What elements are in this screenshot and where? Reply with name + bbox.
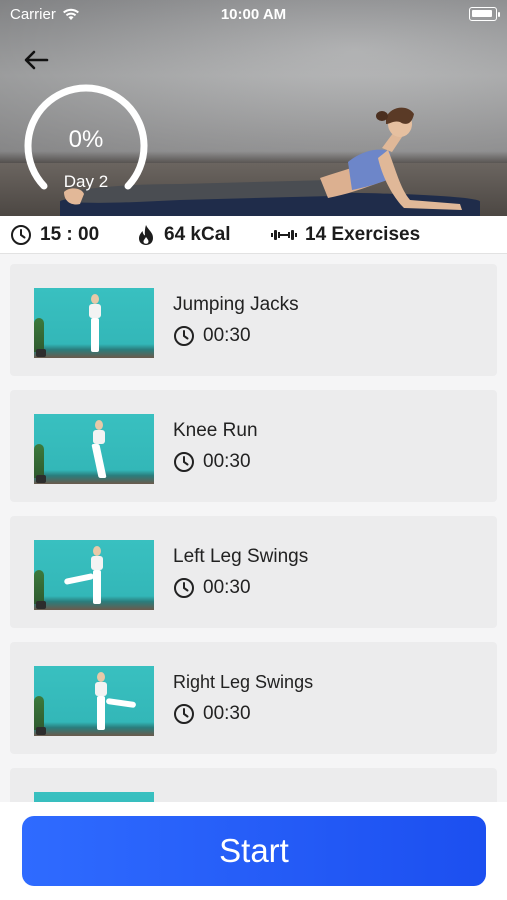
exercise-duration: 00:30 xyxy=(173,325,251,347)
calories-value: 64 kCal xyxy=(164,223,231,245)
flame-icon xyxy=(139,224,153,245)
exercise-duration-value: 00:30 xyxy=(203,577,251,598)
clock-icon xyxy=(174,578,194,598)
exercise-title: Right Leg Swings xyxy=(173,672,314,692)
plant-decor xyxy=(34,570,44,604)
exercise-duration-value: 00:30 xyxy=(203,325,251,346)
progress-percent: 0% xyxy=(68,126,104,153)
exercise-figure xyxy=(90,420,108,480)
plant-decor xyxy=(34,444,44,478)
clock-icon xyxy=(174,326,194,346)
exercise-card-knee-run[interactable]: Knee Run 00:30 xyxy=(10,390,497,502)
exercise-thumbnail xyxy=(34,288,154,358)
exercise-duration: 00:30 xyxy=(173,577,251,599)
arrow-left-icon xyxy=(24,50,49,70)
exercise-list[interactable]: Jumping Jacks 00:30 Knee Run 00:30 Left … xyxy=(0,254,507,802)
exercise-duration-value: 00:30 xyxy=(203,451,251,472)
exercise-thumbnail xyxy=(34,540,154,610)
plant-decor xyxy=(34,696,44,730)
plant-pot xyxy=(36,601,46,609)
hero-image: Carrier 10:00 AM 0% Day 2 xyxy=(0,0,507,216)
exercises-stat: 14 Exercises xyxy=(271,224,420,246)
exercise-thumbnail xyxy=(34,792,154,802)
exercise-duration: 00:30 xyxy=(173,451,251,473)
exercise-thumbnail xyxy=(34,414,154,484)
footer: Start xyxy=(0,802,507,900)
exercise-thumbnail xyxy=(34,666,154,736)
exercise-card-left-leg-swings[interactable]: Left Leg Swings 00:30 xyxy=(10,516,497,628)
clock-icon xyxy=(11,224,31,245)
workout-stats-bar: 15 : 00 64 kCal 14 Exercises xyxy=(0,216,507,254)
clock-icon xyxy=(174,704,194,724)
exercise-card-jumping-jacks[interactable]: Jumping Jacks 00:30 xyxy=(10,264,497,376)
exercises-count: 14 Exercises xyxy=(305,223,421,245)
dumbbell-icon xyxy=(271,229,297,240)
clock-icon xyxy=(174,452,194,472)
day-progress-ring: 0% Day 2 xyxy=(22,80,150,208)
plant-pot xyxy=(36,727,46,735)
exercise-duration: 00:30 xyxy=(173,703,251,725)
status-bar: Carrier 10:00 AM xyxy=(0,0,507,28)
swing-leg xyxy=(105,697,137,709)
battery-icon xyxy=(469,7,500,21)
calories-stat: 64 kCal xyxy=(136,224,231,246)
day-label: Day 2 xyxy=(63,172,109,191)
back-button[interactable] xyxy=(18,44,54,76)
plant-pot xyxy=(36,349,46,357)
exercise-figure xyxy=(86,294,104,354)
exercise-card-partial[interactable] xyxy=(10,768,497,802)
duration-stat: 15 : 00 xyxy=(10,224,99,246)
plant-pot xyxy=(36,475,46,483)
exercise-title: Left Leg Swings xyxy=(173,546,309,567)
exercise-card-right-leg-swings[interactable]: Right Leg Swings 00:30 xyxy=(10,642,497,754)
status-time: 10:00 AM xyxy=(220,6,287,23)
duration-value: 15 : 00 xyxy=(40,223,100,245)
exercise-title: Knee Run xyxy=(173,420,258,441)
exercise-title: Jumping Jacks xyxy=(173,294,299,315)
start-button[interactable]: Start xyxy=(22,816,486,886)
exercise-duration-value: 00:30 xyxy=(203,703,251,724)
plant-decor xyxy=(34,318,44,352)
